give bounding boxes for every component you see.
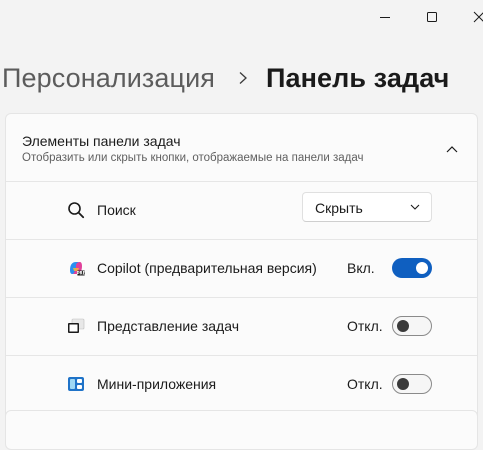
next-section-card[interactable] — [5, 410, 478, 450]
copilot-icon: PRE — [67, 259, 85, 277]
chevron-right-icon — [232, 67, 254, 89]
section-title: Элементы панели задач — [22, 133, 181, 149]
setting-row-search: Поиск Скрыть — [6, 181, 477, 239]
task-view-icon — [67, 317, 85, 335]
page-title: Панель задач — [265, 62, 450, 93]
close-button[interactable] — [456, 0, 483, 34]
setting-label: Мини-приложения — [97, 376, 217, 392]
taskbar-items-section: Элементы панели задач Отобразить или скр… — [5, 113, 478, 443]
title-bar — [0, 0, 483, 34]
task-view-toggle[interactable] — [392, 316, 432, 336]
minimize-button[interactable] — [362, 0, 408, 34]
search-mode-dropdown[interactable]: Скрыть — [302, 192, 432, 222]
breadcrumb-parent-link[interactable]: Персонализация — [2, 63, 215, 94]
setting-row-copilot: PRE Copilot (предварительная версия) Вкл… — [6, 239, 477, 297]
maximize-icon — [427, 12, 437, 22]
copilot-toggle[interactable] — [392, 258, 432, 278]
setting-label: Представление задач — [97, 318, 239, 334]
toggle-state-text: Откл. — [347, 318, 383, 334]
toggle-knob — [416, 262, 428, 274]
toggle-knob — [397, 378, 409, 390]
section-subtitle: Отобразить или скрыть кнопки, отображаем… — [22, 152, 364, 164]
widgets-toggle[interactable] — [392, 374, 432, 394]
search-icon — [67, 201, 85, 219]
minimize-icon — [380, 17, 390, 18]
section-header[interactable]: Элементы панели задач Отобразить или скр… — [6, 114, 477, 181]
breadcrumb: Персонализация Панель задач — [2, 58, 449, 98]
svg-text:PRE: PRE — [77, 271, 85, 276]
setting-label: Copilot (предварительная версия) — [97, 260, 317, 276]
setting-label: Поиск — [97, 202, 136, 218]
toggle-state-text: Откл. — [347, 376, 383, 392]
toggle-state-text: Вкл. — [347, 260, 375, 276]
setting-row-widgets: Мини-приложения Откл. — [6, 355, 477, 413]
dropdown-value: Скрыть — [315, 200, 363, 216]
setting-row-task-view: Представление задач Откл. — [6, 297, 477, 355]
close-icon — [473, 11, 483, 23]
widgets-icon — [67, 375, 85, 393]
toggle-knob — [397, 320, 409, 332]
chevron-down-icon — [409, 201, 421, 213]
maximize-button[interactable] — [409, 0, 455, 34]
chevron-up-icon[interactable] — [441, 138, 463, 160]
